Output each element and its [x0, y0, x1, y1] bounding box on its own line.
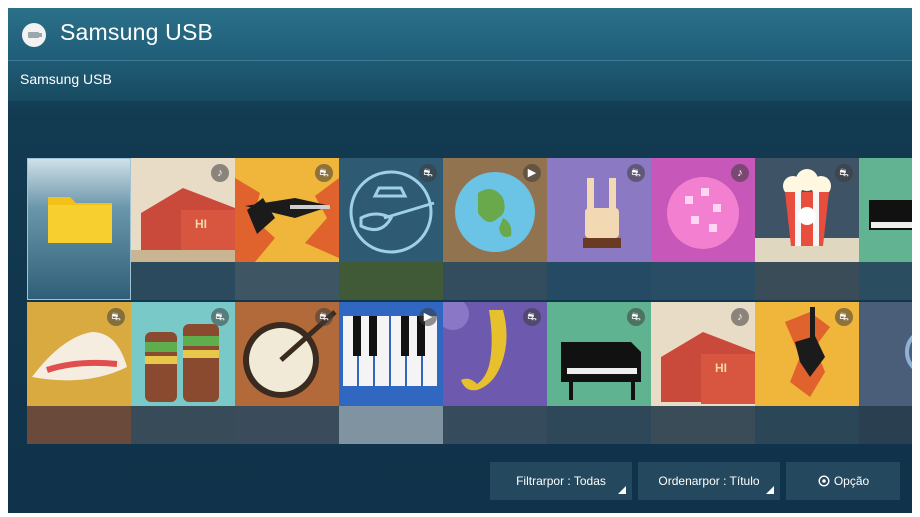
options-button[interactable]: Opção: [786, 462, 900, 500]
music-thumbnail-electric-guitar-2[interactable]: ⛐: [755, 302, 859, 444]
music-note-icon: ⛐: [315, 308, 333, 326]
video-thumbnail-globe[interactable]: ▶: [443, 158, 547, 300]
dropdown-arrow-icon: [618, 486, 626, 494]
gear-icon: [818, 475, 830, 487]
music-note-icon: ⛐: [107, 308, 125, 326]
filter-button[interactable]: Filtrarpor : Todas: [490, 462, 632, 500]
play-icon: ▶: [419, 308, 437, 326]
music-thumbnail-hat[interactable]: ⛐: [27, 302, 131, 444]
svg-text:HI: HI: [715, 361, 727, 375]
music-thumbnail-electric-guitar[interactable]: ⛐: [235, 158, 339, 300]
video-thumbnail-keyboard[interactable]: ▶: [339, 302, 443, 444]
sort-button[interactable]: Ordenarpor : Título: [638, 462, 780, 500]
dark-art: [859, 302, 912, 406]
music-thumbnail-rock-hand[interactable]: ⛐: [547, 158, 651, 300]
sort-label: Ordenarpor : Título: [658, 474, 760, 488]
music-note-icon: ⛐: [523, 308, 541, 326]
music-note-icon: ♪: [731, 308, 749, 326]
title-bar: Samsung USB: [8, 8, 912, 60]
folder-tile[interactable]: [27, 158, 131, 300]
breadcrumb-bar: Samsung USB: [8, 61, 912, 101]
music-thumbnail-piano[interactable]: [859, 158, 912, 300]
piano-art: [859, 158, 912, 262]
play-icon: ▶: [523, 164, 541, 182]
music-note-icon: ⛐: [627, 164, 645, 182]
music-thumbnail-popcorn[interactable]: ⛐: [755, 158, 859, 300]
svg-text:HI: HI: [195, 217, 207, 231]
music-thumbnail-disco-ball[interactable]: ♪: [651, 158, 755, 300]
music-thumbnail-drums[interactable]: ⛐: [131, 302, 235, 444]
app-title: Samsung USB: [60, 19, 214, 45]
folder-icon: [48, 197, 112, 243]
music-thumbnail-grand-piano[interactable]: ⛐: [547, 302, 651, 444]
music-thumbnail-saxophone[interactable]: ⛐: [443, 302, 547, 444]
usb-drive-icon: [22, 23, 46, 47]
music-thumbnail-dark[interactable]: [859, 302, 912, 444]
music-note-icon: ⛐: [315, 164, 333, 182]
music-thumbnail-barn[interactable]: HI ♪: [131, 158, 235, 300]
dropdown-arrow-icon: [766, 486, 774, 494]
breadcrumb[interactable]: Samsung USB: [20, 71, 112, 87]
music-thumbnail-barn-2[interactable]: HI ♪: [651, 302, 755, 444]
options-label: Opção: [833, 474, 870, 488]
music-note-icon: ⛐: [627, 308, 645, 326]
filter-label: Filtrarpor : Todas: [516, 474, 606, 488]
music-note-icon: ⛐: [211, 308, 229, 326]
music-note-icon: ⛐: [835, 164, 853, 182]
tv-app-window: Samsung USB Samsung USB HI ♪ ⛐ ⛐ ▶ ⛐ ♪ ⛐…: [8, 8, 912, 513]
music-note-icon: ⛐: [419, 164, 437, 182]
music-thumbnail-guitarist[interactable]: ⛐: [339, 158, 443, 300]
music-thumbnail-banjo[interactable]: ⛐: [235, 302, 339, 444]
music-note-icon: ♪: [731, 164, 749, 182]
music-note-icon: ♪: [211, 164, 229, 182]
music-note-icon: ⛐: [835, 308, 853, 326]
